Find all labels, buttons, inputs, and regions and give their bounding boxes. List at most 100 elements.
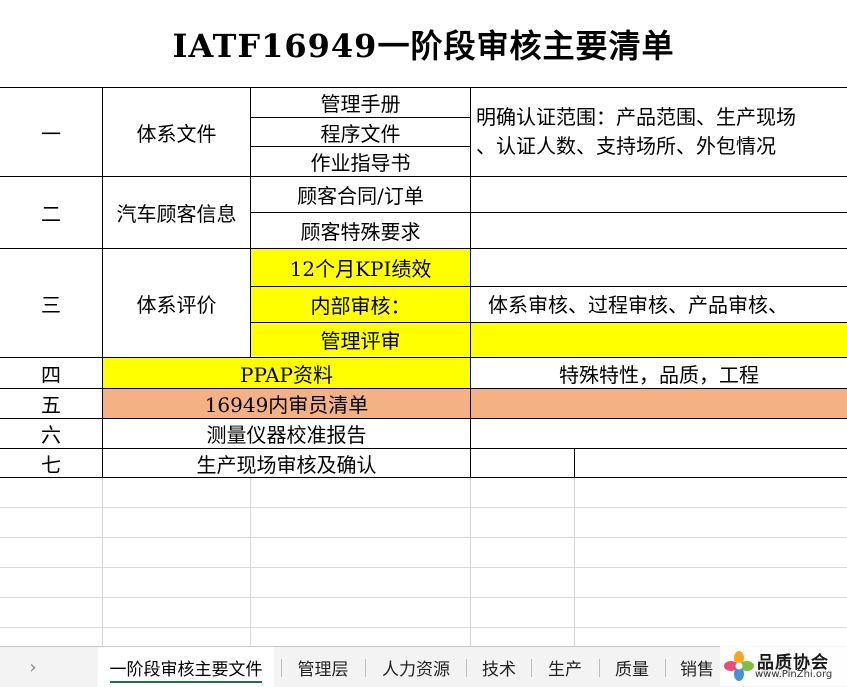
cell-note-audit-types[interactable]: 体系审核、过程审核、产品审核、 [488,290,788,320]
cell-category-1[interactable]: 体系文件 [103,88,250,176]
tab-tech[interactable]: 技术 [469,647,529,687]
cell-text: 顾客合同/订单 [297,184,424,208]
border [250,286,847,287]
spreadsheet-grid[interactable]: IATF16949一阶段审核主要清单 12个月KPI绩效 内部审核： 管理评审 … [0,0,847,646]
cell-text: 管理手册 [320,92,401,116]
chevron-right-icon[interactable]: › [20,647,46,687]
border [0,176,847,177]
cell-text: 汽车顾客信息 [116,202,237,226]
cell-num-3[interactable]: 三 [0,249,102,357]
cell-management-review[interactable]: 管理评审 [251,323,470,356]
tab-stage1-audit[interactable]: 一阶段审核主要文件 [98,647,274,687]
border [470,87,471,478]
cell-item-csr[interactable]: 顾客特殊要求 [251,213,470,248]
cell-item-instruction[interactable]: 作业指导书 [251,147,470,176]
border [102,87,103,478]
tab-separator [466,659,467,677]
tab-separator [531,659,532,677]
cell-text: 体系评价 [136,292,217,317]
cell-internal-audit[interactable]: 内部审核： [251,287,470,322]
cell-item-contract[interactable]: 顾客合同/订单 [251,177,470,212]
border [574,448,575,478]
cell-num-5[interactable]: 五 [0,389,102,418]
gridline [0,537,847,538]
border [0,388,847,389]
gridline [574,477,575,646]
tab-separator [365,659,366,677]
border [0,357,847,358]
tab-hr[interactable]: 人力资源 [368,647,464,687]
cell-text: PPAP资料 [240,362,333,387]
cell-num-1[interactable]: 一 [0,88,102,176]
cell-text: 七 [41,452,61,477]
border [250,212,847,213]
cell-text: 管理评审 [320,329,401,353]
gridline [250,477,251,646]
cell-kpi[interactable]: 12个月KPI绩效 [251,249,470,286]
cell-text: 体系文件 [136,121,217,146]
cell-text: 内部审核： [310,294,411,318]
tab-label: 管理层 [297,659,349,680]
cell-text: 三 [41,292,61,317]
watermark-url: www.PinZhi.org [755,669,833,680]
cell-num-2[interactable]: 二 [0,177,102,248]
cell-text: 12个月KPI绩效 [289,257,432,281]
tab-label: 技术 [482,659,516,680]
cell-text: 五 [41,393,61,417]
border [250,146,470,147]
tab-sales[interactable]: 销售 [668,647,726,687]
cell-empty-yellow[interactable] [471,323,847,356]
flower-logo-icon [724,651,754,681]
gridline [0,507,847,508]
sheet-title[interactable]: IATF16949一阶段审核主要清单 [0,0,847,88]
border [0,418,847,419]
cell-note-scope-line2[interactable]: 、认证人数、支持场所、外包情况 [476,131,776,161]
tab-label: 质量 [615,659,649,680]
border [0,448,847,449]
gridline [0,597,847,598]
cell-text: 二 [41,202,61,226]
tab-production[interactable]: 生产 [534,647,596,687]
tab-separator [599,659,600,677]
tab-label: 销售 [680,659,714,680]
cell-text: 作业指导书 [310,151,411,175]
cell-num-6[interactable]: 六 [0,419,102,448]
cell-text: 程序文件 [320,121,401,146]
cell-calibration[interactable]: 测量仪器校准报告 [103,419,470,448]
tab-quality[interactable]: 质量 [602,647,662,687]
gridline [0,567,847,568]
cell-note-scope-line1[interactable]: 明确认证范围：产品范围、生产现场 [476,102,796,132]
border [250,117,470,118]
cell-text: 四 [41,362,61,387]
tab-label: 生产 [548,659,582,680]
border [250,322,847,323]
border [0,477,847,478]
tab-management[interactable]: 管理层 [284,647,362,687]
cell-ppap[interactable]: PPAP资料 [103,358,470,388]
watermark-logo: 品质协会 www.PinZhi.org [720,646,847,686]
gridline [0,627,847,628]
tab-label: 人力资源 [382,659,450,680]
cell-site-audit[interactable]: 生产现场审核及确认 [103,449,470,477]
cell-text: 测量仪器校准报告 [206,423,367,447]
gridline [470,477,471,646]
border [250,87,251,357]
cell-text: 生产现场审核及确认 [196,452,377,477]
cell-category-3[interactable]: 体系评价 [103,249,250,357]
cell-text: 一 [41,121,61,146]
border [0,248,847,249]
cell-note-ppap[interactable]: 特殊特性，品质，工程 [471,358,847,388]
tab-separator [281,659,282,677]
cell-text: 六 [41,423,61,447]
gridline [102,477,103,646]
cell-auditor-list[interactable]: 16949内审员清单 [103,389,470,418]
cell-category-2[interactable]: 汽车顾客信息 [103,177,250,248]
cell-num-4[interactable]: 四 [0,358,102,388]
cell-text: 顾客特殊要求 [300,220,421,244]
cell-num-7[interactable]: 七 [0,449,102,477]
tab-label: 一阶段审核主要文件 [109,659,263,680]
cell-text: 16949内审员清单 [204,393,369,417]
tab-separator [665,659,666,677]
cell-item-procedure[interactable]: 程序文件 [251,118,470,146]
cell-item-manual[interactable]: 管理手册 [251,88,470,117]
